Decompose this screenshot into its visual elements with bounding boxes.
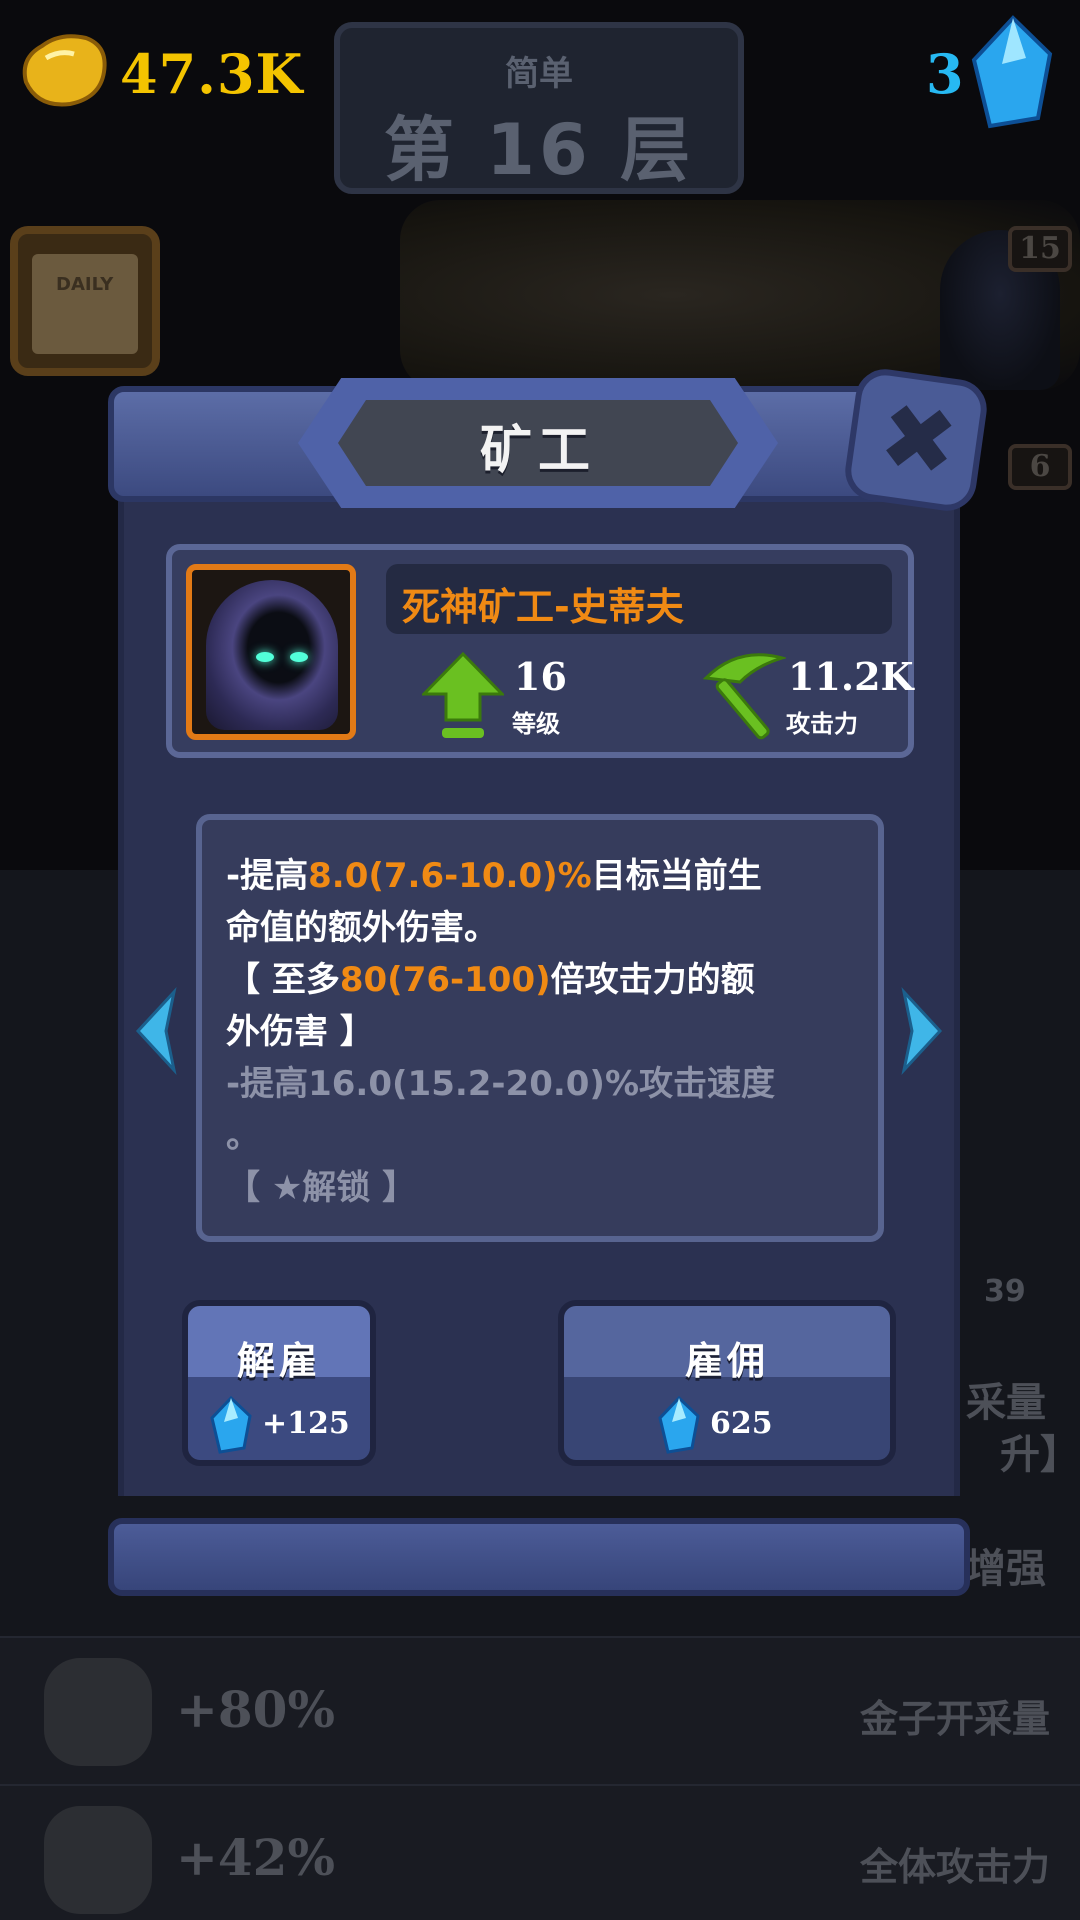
desc-line-locked: 。 [226, 1116, 260, 1156]
blue-gem-icon [971, 15, 1053, 129]
floor-number: 第 16 层 [383, 109, 695, 191]
name-plate: 死神矿工-史蒂夫 [386, 564, 892, 634]
fire-refund: +125 [262, 1406, 350, 1441]
item-count: 39 [984, 1274, 1026, 1309]
desc-line: 外伤害 】 [226, 1012, 374, 1052]
hire-button[interactable]: 雇佣 625 [558, 1300, 896, 1466]
level-label: 等级 [512, 710, 560, 738]
floor-plate: 简单 第 16 层 [334, 22, 744, 194]
previous-miner-arrow[interactable] [130, 986, 180, 1076]
desc-line: 【 至多80(76-100)倍攻击力的额 [226, 960, 755, 1000]
daily-calendar-button[interactable]: DAILY [10, 226, 160, 376]
gold-ore-icon [44, 1658, 152, 1766]
miner-level-badge: 15 [1008, 226, 1072, 272]
gem-icon [210, 1396, 252, 1454]
desc-line: -提高8.0(7.6-10.0)%目标当前生 [226, 856, 762, 896]
level-up-arrow-icon [422, 651, 504, 738]
dialog-footer [108, 1518, 970, 1596]
stat-label: 全体攻击力 [859, 1845, 1050, 1889]
gold-nugget-icon [22, 34, 107, 107]
stat-value: +80% [176, 1680, 335, 1739]
close-icon: ✖ [872, 381, 965, 499]
dialog-title-plate: 矿工 [298, 378, 778, 508]
stat-row: +80% 金子开采量 [0, 1636, 1080, 1784]
desc-line: 命值的额外伤害。 [226, 908, 498, 948]
gem-icon [658, 1396, 700, 1454]
miner-detail-dialog: 矿工 ✖ 死神矿工-史蒂夫 16 等级 11.2K 攻击力 -提高8.0(7.6… [108, 365, 991, 1596]
close-button[interactable]: ✖ [841, 365, 991, 515]
side-label-3: 增强 [966, 1546, 1046, 1592]
fire-button-label: 解雇 [236, 1339, 321, 1383]
dialog-title: 矿工 [479, 421, 596, 481]
hire-cost: 625 [710, 1406, 773, 1441]
character-portrait [186, 564, 356, 740]
side-label-1: 采量 [966, 1380, 1046, 1426]
pickaxe-icon [44, 1806, 152, 1914]
miner-count-badge: 6 [1008, 444, 1072, 490]
gold-amount: 47.3K [120, 42, 304, 106]
gem-count: 3 [926, 42, 964, 106]
daily-label: DAILY [56, 274, 114, 295]
desc-line-locked: -提高16.0(15.2-20.0)%攻击速度 [226, 1064, 776, 1104]
pickaxe-icon [702, 653, 786, 740]
next-miner-arrow[interactable] [898, 986, 948, 1076]
unlock-hint: 【 ★解锁 】 [226, 1168, 417, 1208]
side-label-2: 升】 [1000, 1432, 1080, 1478]
difficulty-label: 简单 [505, 54, 573, 94]
stat-label: 金子开采量 [859, 1697, 1050, 1741]
level-value: 16 [514, 654, 567, 699]
attack-label: 攻击力 [786, 710, 858, 738]
character-name: 死神矿工-史蒂夫 [402, 585, 684, 629]
calendar-page [32, 254, 138, 354]
character-card: 死神矿工-史蒂夫 16 等级 11.2K 攻击力 [166, 544, 914, 758]
stat-value: +42% [176, 1828, 335, 1887]
skill-description: -提高8.0(7.6-10.0)%目标当前生 命值的额外伤害。 【 至多80(7… [226, 850, 866, 1214]
skill-description-box: -提高8.0(7.6-10.0)%目标当前生 命值的额外伤害。 【 至多80(7… [196, 814, 884, 1242]
fire-button[interactable]: 解雇 +125 [182, 1300, 376, 1466]
stat-row: +42% 全体攻击力 [0, 1784, 1080, 1920]
hire-button-label: 雇佣 [684, 1339, 769, 1383]
attack-value: 11.2K [788, 654, 914, 699]
